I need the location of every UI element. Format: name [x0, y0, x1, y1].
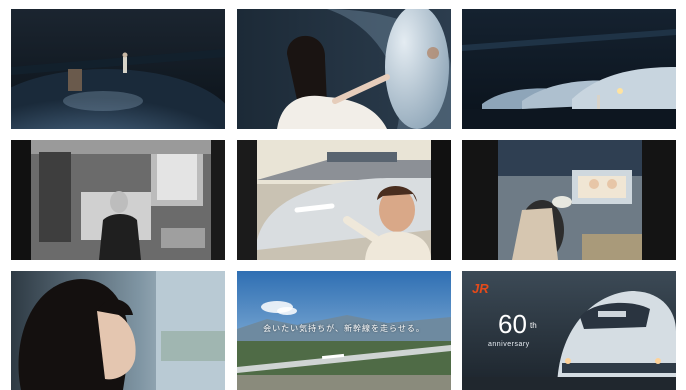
anniversary-poster-image: [462, 271, 676, 390]
tile-bw-cabin[interactable]: [11, 140, 225, 260]
platform-family-image: [462, 140, 676, 260]
trains-lineup-image: [462, 9, 676, 129]
tile-anniversary-poster[interactable]: JR 60 th anniversary: [462, 271, 676, 390]
tile-child-and-train[interactable]: [237, 140, 451, 260]
tile-hall-dark[interactable]: [11, 9, 225, 129]
dark-hall-image: [11, 9, 225, 129]
anniversary-word: anniversary: [488, 341, 530, 348]
tile-landscape-bridge[interactable]: 会いたい気持ちが、新幹線を走らせる。: [237, 271, 451, 390]
bw-cabin-image: [11, 140, 225, 260]
woman-nose-image: [237, 9, 451, 129]
jr-logo: JR: [472, 281, 489, 296]
tile-woman-window[interactable]: [11, 271, 225, 390]
child-train-image: [237, 140, 451, 260]
tile-platform-family[interactable]: [462, 140, 676, 260]
woman-window-image: [11, 271, 225, 390]
tile-woman-touching-nose[interactable]: [237, 9, 451, 129]
anniversary-suffix: th: [530, 321, 537, 330]
tile-trains-lineup[interactable]: [462, 9, 676, 129]
landscape-caption: 会いたい気持ちが、新幹線を走らせる。: [263, 324, 425, 333]
anniversary-number: 60: [498, 309, 527, 339]
